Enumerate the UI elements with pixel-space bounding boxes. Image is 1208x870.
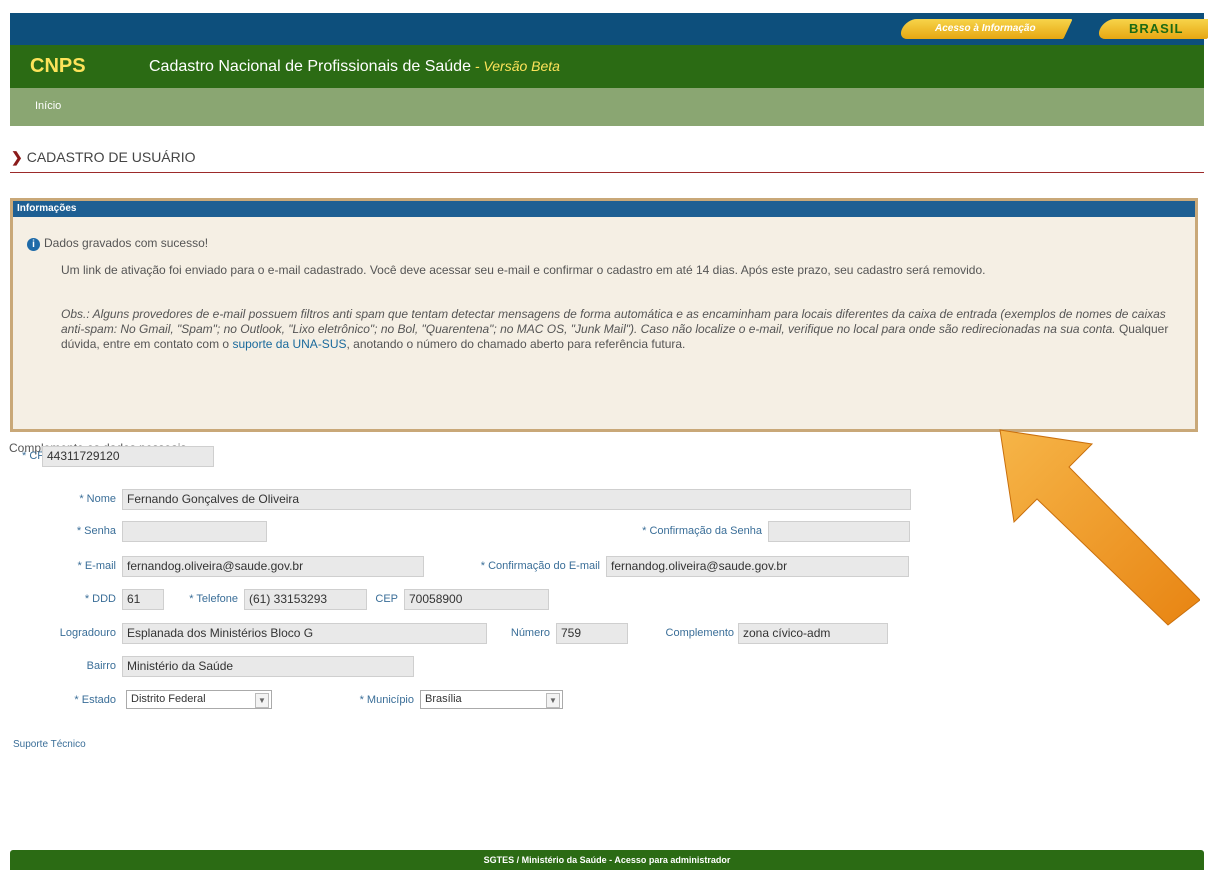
chevron-down-icon[interactable]: ▼ [255,693,269,708]
top-bar: Acesso à Informação BRASIL [10,13,1208,45]
municipio-select[interactable]: Brasília ▼ [420,690,563,709]
info-icon: i [27,238,40,251]
estado-selected: Distrito Federal [131,693,206,705]
ddd-label: * DDD [84,593,116,605]
confirmacao-email-field[interactable]: fernandog.oliveira@saude.gov.br [606,556,909,577]
email-field[interactable]: fernandog.oliveira@saude.gov.br [122,556,424,577]
complemento-field[interactable]: zona cívico-adm [738,623,888,644]
complemento-label: Complemento [665,627,734,639]
cep-field[interactable]: 70058900 [404,589,549,610]
estado-label: * Estado [74,694,116,706]
confirmacao-email-label: * Confirmação do E-mail [480,560,600,572]
numero-field[interactable]: 759 [556,623,628,644]
info-panel-body: i Dados gravados com sucesso! Um link de … [13,217,1195,429]
info-panel: Informações i Dados gravados com sucesso!… [10,198,1198,432]
arrow-pointer-icon [999,429,1200,626]
email-label: * E-mail [77,560,116,572]
numero-label: Número [510,627,550,639]
brasil-label: BRASIL [1128,21,1184,36]
telefone-label: * Telefone [189,593,238,605]
suporte-tecnico-link[interactable]: Suporte Técnico [13,739,86,750]
municipio-label: * Município [359,694,414,706]
success-text: Dados gravados com sucesso! [44,236,209,250]
title-separator: - [470,58,484,74]
logradouro-label: Logradouro [59,627,116,639]
site-footer[interactable]: SGTES / Ministério da Saúde - Acesso par… [10,850,1204,870]
acesso-informacao-label: Acesso à Informação [934,23,1036,34]
ddd-field[interactable]: 61 [122,589,164,610]
title-divider [10,172,1204,173]
site-header: CNPS Cadastro Nacional de Profissionais … [10,45,1204,88]
telefone-field[interactable]: (61) 33153293 [244,589,367,610]
activation-paragraph: Um link de ativação foi enviado para o e… [61,263,986,277]
brasil-logo[interactable]: BRASIL [1095,19,1208,39]
page-title: ❯ CADASTRO DE USUÁRIO [11,149,196,166]
nav-bar: Início [10,88,1204,126]
confirmacao-senha-field[interactable] [768,521,910,542]
contact-end-text: , anotando o número do chamado aberto pa… [346,337,686,351]
beta-label: Versão Beta [483,58,560,74]
estado-select[interactable]: Distrito Federal ▼ [126,690,272,709]
confirmacao-senha-label: * Confirmação da Senha [642,525,762,537]
municipio-selected: Brasília [425,693,462,705]
success-message: i Dados gravados com sucesso! [27,236,208,251]
nome-label: * Nome [79,493,116,505]
bairro-label: Bairro [86,660,116,672]
nome-field[interactable]: Fernando Gonçalves de Oliveira [122,489,911,510]
info-panel-header: Informações [13,201,1195,217]
page-title-text: CADASTRO DE USUÁRIO [26,149,196,165]
senha-label: * Senha [76,525,116,537]
senha-field[interactable] [122,521,267,542]
logradouro-field[interactable]: Esplanada dos Ministérios Bloco G [122,623,487,644]
cpf-field[interactable]: 44311729120 [42,446,214,467]
bairro-field[interactable]: Ministério da Saúde [122,656,414,677]
spam-note-paragraph: Obs.: Alguns provedores de e-mail possue… [61,307,1181,352]
site-title-text: Cadastro Nacional de Profissionais de Sa… [149,58,471,75]
site-title: Cadastro Nacional de Profissionais de Sa… [149,58,560,76]
cnps-logo[interactable]: CNPS [30,55,86,78]
nav-inicio[interactable]: Início [35,100,61,112]
chevron-right-icon: ❯ [11,149,23,165]
cep-label: CEP [375,593,398,605]
chevron-down-icon[interactable]: ▼ [546,693,560,708]
suporte-una-sus-link[interactable]: suporte da UNA-SUS [232,337,346,351]
spam-note-text: Obs.: Alguns provedores de e-mail possue… [61,307,1166,336]
acesso-informacao-link[interactable]: Acesso à Informação [897,19,1073,39]
